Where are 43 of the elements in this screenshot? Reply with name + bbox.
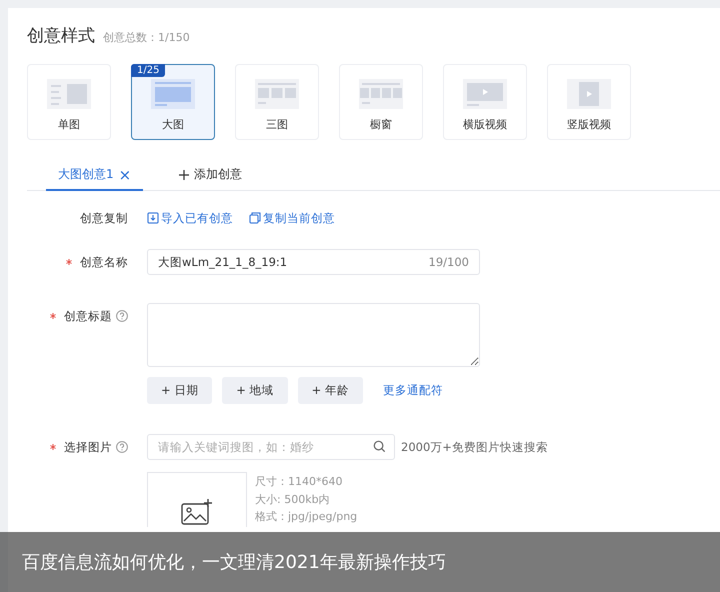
wildcard-button[interactable]: + 地域: [222, 377, 288, 404]
section-title: 创意样式: [27, 25, 95, 47]
style-option[interactable]: 横版视频: [443, 64, 527, 140]
spec-text: 尺寸：1140*640: [255, 474, 344, 490]
copy-icon: [249, 212, 261, 224]
layout-thumbnail-icon: [255, 79, 299, 109]
import-icon: [147, 212, 159, 224]
spec-text: 格式：jpg/jpeg/png: [255, 509, 358, 525]
style-option[interactable]: 竖版视频: [547, 64, 631, 140]
layout-thumbnail-icon: [359, 79, 403, 109]
wildcard-button[interactable]: + 年龄: [298, 377, 363, 404]
style-option[interactable]: 三图: [235, 64, 319, 140]
search-icon[interactable]: [373, 440, 386, 453]
wildcard-button[interactable]: + 日期: [147, 377, 212, 404]
search-hint: 2000万+免费图片快速搜索: [401, 440, 548, 454]
search-field[interactable]: 请输入关键词搜图，如：婚纱: [147, 434, 395, 460]
link[interactable]: 复制当前创意: [249, 205, 335, 231]
layout-thumbnail-icon: [151, 79, 195, 109]
field-label: 选择图片: [64, 439, 112, 456]
upload-area[interactable]: [147, 472, 247, 527]
field-label: 创意复制: [80, 210, 128, 227]
style-option[interactable]: 1/25 大图: [131, 64, 215, 140]
tab[interactable]: 添加创意: [167, 160, 254, 191]
style-option[interactable]: 橱窗: [339, 64, 423, 140]
tab[interactable]: 大图创意1 ×: [46, 160, 144, 191]
layout-thumbnail-icon: [567, 79, 611, 109]
add-image-icon: [181, 498, 213, 526]
style-option[interactable]: 单图: [27, 64, 111, 140]
plus-icon: [179, 170, 190, 180]
layout-thumbnail-icon: [47, 79, 91, 109]
layout-thumbnail-icon: [463, 79, 507, 109]
caption-text: 百度信息流如何优化，一文理清2021年最新操作技巧: [22, 551, 446, 574]
link[interactable]: 导入已有创意: [147, 205, 233, 231]
title-field[interactable]: [147, 303, 480, 367]
count-badge: 1/25: [131, 64, 166, 77]
field-label: 创意名称: [80, 254, 128, 271]
field-label: 创意标题: [64, 308, 112, 325]
creative-count: 创意总数：1/150: [103, 30, 190, 45]
spec-text: 大小: 500kb内: [255, 492, 331, 508]
char-counter: 19/100: [428, 255, 469, 269]
name-field[interactable]: 大图wLm_21_1_8_19:1 19/100: [147, 249, 480, 275]
more-wildcards-link[interactable]: 更多通配符: [382, 378, 443, 404]
close-button[interactable]: ×: [118, 166, 132, 184]
